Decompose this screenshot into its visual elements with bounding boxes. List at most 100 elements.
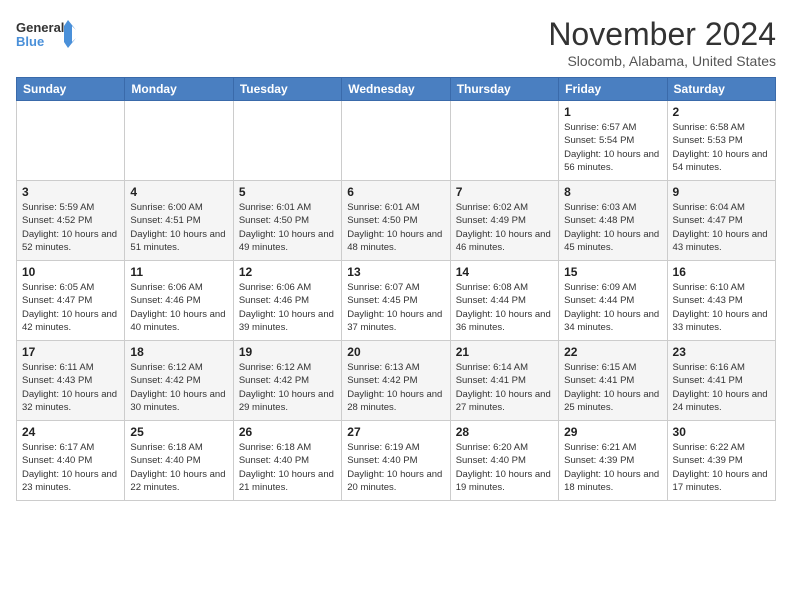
calendar-cell: 1 Sunrise: 6:57 AMSunset: 5:54 PMDaylight… xyxy=(559,101,667,181)
calendar-cell xyxy=(450,101,558,181)
day-number: 22 xyxy=(564,345,661,359)
day-info: Sunrise: 6:01 AMSunset: 4:50 PMDaylight:… xyxy=(239,201,336,254)
day-number: 27 xyxy=(347,425,444,439)
day-info: Sunrise: 6:00 AMSunset: 4:51 PMDaylight:… xyxy=(130,201,227,254)
day-number: 18 xyxy=(130,345,227,359)
calendar-cell: 16 Sunrise: 6:10 AMSunset: 4:43 PMDayligh… xyxy=(667,261,775,341)
calendar-cell: 27 Sunrise: 6:19 AMSunset: 4:40 PMDayligh… xyxy=(342,421,450,501)
day-info: Sunrise: 6:12 AMSunset: 4:42 PMDaylight:… xyxy=(239,361,336,414)
day-number: 25 xyxy=(130,425,227,439)
calendar-week-5: 24 Sunrise: 6:17 AMSunset: 4:40 PMDayligh… xyxy=(17,421,776,501)
day-info: Sunrise: 6:10 AMSunset: 4:43 PMDaylight:… xyxy=(673,281,770,334)
day-info: Sunrise: 5:59 AMSunset: 4:52 PMDaylight:… xyxy=(22,201,119,254)
day-number: 15 xyxy=(564,265,661,279)
day-number: 16 xyxy=(673,265,770,279)
calendar-cell: 20Sunrise: 6:13 AMSunset: 4:42 PMDayligh… xyxy=(342,341,450,421)
day-number: 17 xyxy=(22,345,119,359)
calendar-cell: 14 Sunrise: 6:08 AMSunset: 4:44 PMDayligh… xyxy=(450,261,558,341)
calendar-cell: 29 Sunrise: 6:21 AMSunset: 4:39 PMDayligh… xyxy=(559,421,667,501)
calendar-cell xyxy=(233,101,341,181)
calendar-header-saturday: Saturday xyxy=(667,78,775,101)
day-number: 7 xyxy=(456,185,553,199)
day-info: Sunrise: 6:20 AMSunset: 4:40 PMDaylight:… xyxy=(456,441,553,494)
day-info: Sunrise: 6:06 AMSunset: 4:46 PMDaylight:… xyxy=(130,281,227,334)
day-info: Sunrise: 6:19 AMSunset: 4:40 PMDaylight:… xyxy=(347,441,444,494)
calendar-week-4: 17 Sunrise: 6:11 AMSunset: 4:43 PMDayligh… xyxy=(17,341,776,421)
calendar-cell: 30 Sunrise: 6:22 AMSunset: 4:39 PMDayligh… xyxy=(667,421,775,501)
day-info: Sunrise: 6:57 AMSunset: 5:54 PMDaylight:… xyxy=(564,121,661,174)
day-number: 1 xyxy=(564,105,661,119)
day-info: Sunrise: 6:05 AMSunset: 4:47 PMDaylight:… xyxy=(22,281,119,334)
calendar-week-2: 3 Sunrise: 5:59 AMSunset: 4:52 PMDaylight… xyxy=(17,181,776,261)
calendar-cell: 2 Sunrise: 6:58 AMSunset: 5:53 PMDaylight… xyxy=(667,101,775,181)
day-info: Sunrise: 6:01 AMSunset: 4:50 PMDaylight:… xyxy=(347,201,444,254)
calendar-cell: 5Sunrise: 6:01 AMSunset: 4:50 PMDaylight… xyxy=(233,181,341,261)
calendar-cell: 17 Sunrise: 6:11 AMSunset: 4:43 PMDayligh… xyxy=(17,341,125,421)
day-info: Sunrise: 6:02 AMSunset: 4:49 PMDaylight:… xyxy=(456,201,553,254)
calendar-cell: 22 Sunrise: 6:15 AMSunset: 4:41 PMDayligh… xyxy=(559,341,667,421)
calendar-cell: 8Sunrise: 6:03 AMSunset: 4:48 PMDaylight… xyxy=(559,181,667,261)
calendar: SundayMondayTuesdayWednesdayThursdayFrid… xyxy=(16,77,776,501)
day-number: 24 xyxy=(22,425,119,439)
calendar-cell: 19 Sunrise: 6:12 AMSunset: 4:42 PMDayligh… xyxy=(233,341,341,421)
day-info: Sunrise: 6:21 AMSunset: 4:39 PMDaylight:… xyxy=(564,441,661,494)
day-info: Sunrise: 6:11 AMSunset: 4:43 PMDaylight:… xyxy=(22,361,119,414)
day-number: 4 xyxy=(130,185,227,199)
day-info: Sunrise: 6:17 AMSunset: 4:40 PMDaylight:… xyxy=(22,441,119,494)
day-number: 9 xyxy=(673,185,770,199)
calendar-header-monday: Monday xyxy=(125,78,233,101)
svg-text:General: General xyxy=(16,20,64,35)
calendar-cell: 25Sunrise: 6:18 AMSunset: 4:40 PMDayligh… xyxy=(125,421,233,501)
day-number: 12 xyxy=(239,265,336,279)
day-number: 2 xyxy=(673,105,770,119)
title-block: November 2024 Slocomb, Alabama, United S… xyxy=(548,16,776,69)
month-title: November 2024 xyxy=(548,16,776,53)
calendar-header-thursday: Thursday xyxy=(450,78,558,101)
day-info: Sunrise: 6:15 AMSunset: 4:41 PMDaylight:… xyxy=(564,361,661,414)
day-number: 10 xyxy=(22,265,119,279)
day-number: 19 xyxy=(239,345,336,359)
calendar-cell: 11 Sunrise: 6:06 AMSunset: 4:46 PMDayligh… xyxy=(125,261,233,341)
svg-text:Blue: Blue xyxy=(16,34,44,49)
day-info: Sunrise: 6:22 AMSunset: 4:39 PMDaylight:… xyxy=(673,441,770,494)
day-number: 28 xyxy=(456,425,553,439)
day-info: Sunrise: 6:14 AMSunset: 4:41 PMDaylight:… xyxy=(456,361,553,414)
location: Slocomb, Alabama, United States xyxy=(548,53,776,69)
page-header: General Blue November 2024 Slocomb, Alab… xyxy=(16,16,776,69)
day-number: 14 xyxy=(456,265,553,279)
calendar-cell xyxy=(125,101,233,181)
day-number: 3 xyxy=(22,185,119,199)
calendar-header-wednesday: Wednesday xyxy=(342,78,450,101)
calendar-cell: 10 Sunrise: 6:05 AMSunset: 4:47 PMDayligh… xyxy=(17,261,125,341)
calendar-cell: 3 Sunrise: 5:59 AMSunset: 4:52 PMDaylight… xyxy=(17,181,125,261)
day-info: Sunrise: 6:12 AMSunset: 4:42 PMDaylight:… xyxy=(130,361,227,414)
day-number: 11 xyxy=(130,265,227,279)
calendar-cell: 12 Sunrise: 6:06 AMSunset: 4:46 PMDayligh… xyxy=(233,261,341,341)
calendar-cell: 18 Sunrise: 6:12 AMSunset: 4:42 PMDayligh… xyxy=(125,341,233,421)
day-number: 13 xyxy=(347,265,444,279)
day-number: 21 xyxy=(456,345,553,359)
calendar-cell: 13 Sunrise: 6:07 AMSunset: 4:45 PMDayligh… xyxy=(342,261,450,341)
calendar-header-sunday: Sunday xyxy=(17,78,125,101)
calendar-header-friday: Friday xyxy=(559,78,667,101)
day-number: 6 xyxy=(347,185,444,199)
logo: General Blue xyxy=(16,16,76,56)
day-info: Sunrise: 6:18 AMSunset: 4:40 PMDaylight:… xyxy=(239,441,336,494)
calendar-cell: 28 Sunrise: 6:20 AMSunset: 4:40 PMDayligh… xyxy=(450,421,558,501)
calendar-cell: 24 Sunrise: 6:17 AMSunset: 4:40 PMDayligh… xyxy=(17,421,125,501)
calendar-cell: 26 Sunrise: 6:18 AMSunset: 4:40 PMDayligh… xyxy=(233,421,341,501)
calendar-cell: 9Sunrise: 6:04 AMSunset: 4:47 PMDaylight… xyxy=(667,181,775,261)
day-info: Sunrise: 6:58 AMSunset: 5:53 PMDaylight:… xyxy=(673,121,770,174)
day-info: Sunrise: 6:06 AMSunset: 4:46 PMDaylight:… xyxy=(239,281,336,334)
day-number: 30 xyxy=(673,425,770,439)
day-info: Sunrise: 6:09 AMSunset: 4:44 PMDaylight:… xyxy=(564,281,661,334)
day-info: Sunrise: 6:07 AMSunset: 4:45 PMDaylight:… xyxy=(347,281,444,334)
day-info: Sunrise: 6:13 AMSunset: 4:42 PMDaylight:… xyxy=(347,361,444,414)
calendar-cell xyxy=(342,101,450,181)
calendar-cell: 6 Sunrise: 6:01 AMSunset: 4:50 PMDaylight… xyxy=(342,181,450,261)
day-info: Sunrise: 6:08 AMSunset: 4:44 PMDaylight:… xyxy=(456,281,553,334)
calendar-cell: 7 Sunrise: 6:02 AMSunset: 4:49 PMDaylight… xyxy=(450,181,558,261)
day-number: 26 xyxy=(239,425,336,439)
day-number: 23 xyxy=(673,345,770,359)
day-number: 29 xyxy=(564,425,661,439)
